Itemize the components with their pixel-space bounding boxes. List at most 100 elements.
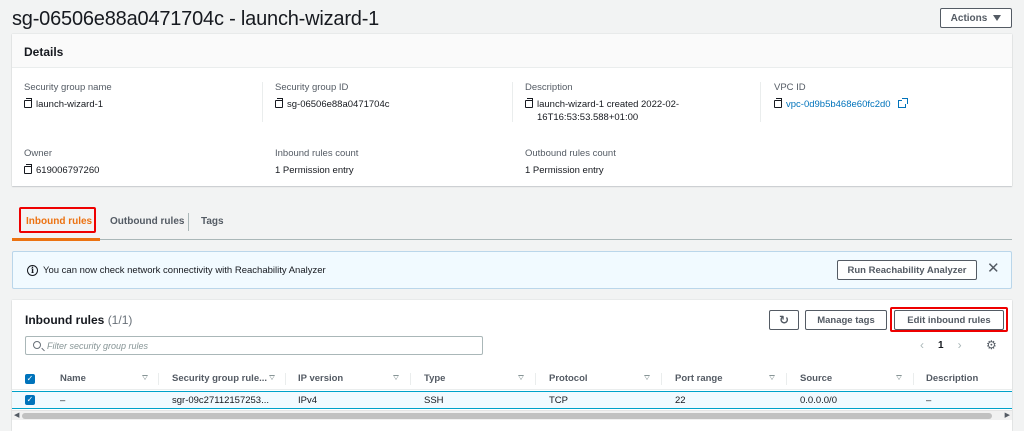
- current-page[interactable]: 1: [938, 340, 944, 351]
- sort-icon[interactable]: [896, 375, 902, 380]
- sg-id-label: Security group ID: [275, 82, 349, 93]
- vpc-id-field: VPC ID vpc-0d9b5b468e60fc2d0: [774, 82, 908, 111]
- sg-id-value: sg-06506e88a0471704c: [287, 99, 390, 110]
- sort-icon[interactable]: [518, 375, 524, 380]
- column-header-name[interactable]: Name: [60, 368, 86, 389]
- column-header-port-range[interactable]: Port range: [675, 368, 723, 389]
- refresh-icon: ↻: [778, 313, 790, 327]
- tab-separator: [188, 213, 189, 231]
- column-header-ip-version[interactable]: IP version: [298, 368, 343, 389]
- cell-port-range: 22: [675, 394, 686, 406]
- copy-icon[interactable]: [24, 98, 32, 108]
- gear-icon[interactable]: ⚙: [986, 338, 997, 352]
- column-header-type[interactable]: Type: [424, 368, 445, 389]
- details-heading: Details: [12, 34, 1012, 68]
- outbound-count-label: Outbound rules count: [525, 148, 616, 159]
- details-panel: Details Security group name launch-wizar…: [12, 34, 1012, 186]
- scroll-left-icon[interactable]: ◀: [14, 411, 19, 421]
- actions-button[interactable]: Actions: [940, 8, 1012, 28]
- description-label: Description: [525, 82, 573, 93]
- sg-name-label: Security group name: [24, 82, 112, 93]
- column-header-rule-id[interactable]: Security group rule...: [172, 368, 267, 389]
- owner-label: Owner: [24, 148, 52, 159]
- column-divider: [760, 82, 761, 122]
- caret-down-icon: [993, 15, 1002, 21]
- copy-icon[interactable]: [24, 164, 32, 174]
- filter-input[interactable]: [47, 339, 467, 352]
- column-header-source[interactable]: Source: [800, 368, 832, 389]
- column-separator: [285, 373, 286, 385]
- column-separator: [786, 373, 787, 385]
- owner-value: 619006797260: [36, 165, 100, 176]
- vpc-id-link[interactable]: vpc-0d9b5b468e60fc2d0: [786, 98, 891, 111]
- cell-protocol: TCP: [549, 394, 568, 406]
- rules-title: Inbound rules (1/1): [25, 313, 132, 327]
- inbound-count-field: Inbound rules count 1 Permission entry: [275, 148, 358, 177]
- sort-icon[interactable]: [269, 375, 275, 380]
- highlight-box: [890, 307, 1008, 332]
- column-separator: [535, 373, 536, 385]
- tab-outbound-rules[interactable]: Outbound rules: [110, 204, 184, 238]
- info-alert: i You can now check network connectivity…: [12, 251, 1012, 289]
- column-divider: [262, 82, 263, 122]
- outbound-count-field: Outbound rules count 1 Permission entry: [525, 148, 616, 177]
- active-tab-indicator: [12, 238, 100, 241]
- scroll-right-icon[interactable]: ▶: [1005, 411, 1010, 421]
- sg-name-value: launch-wizard-1: [36, 99, 104, 110]
- sg-name-field: Security group name launch-wizard-1: [24, 82, 112, 111]
- column-separator: [158, 373, 159, 385]
- column-separator: [410, 373, 411, 385]
- cell-source: 0.0.0.0/0: [800, 394, 837, 406]
- close-icon[interactable]: ✕: [987, 261, 1000, 277]
- table-header: ✓ Name Security group rule... IP version…: [12, 368, 1012, 390]
- search-icon: [33, 341, 41, 349]
- filter-field[interactable]: [25, 336, 483, 355]
- column-separator: [661, 373, 662, 385]
- info-icon: i: [27, 265, 38, 276]
- prev-page-icon[interactable]: ‹: [920, 338, 924, 352]
- sort-icon[interactable]: [142, 375, 148, 380]
- vpc-id-label: VPC ID: [774, 82, 806, 93]
- description-line-1: launch-wizard-1 created 2022-02-: [537, 99, 680, 110]
- next-page-icon[interactable]: ›: [958, 338, 962, 352]
- cell-rule-id: sgr-09c27112157253...: [172, 394, 270, 406]
- run-reachability-analyzer-button[interactable]: Run Reachability Analyzer: [837, 260, 977, 280]
- inbound-rules-panel: Inbound rules (1/1) ↻ Manage tags Edit i…: [12, 300, 1012, 431]
- row-checkbox[interactable]: ✓: [25, 395, 35, 405]
- scrollbar-thumb[interactable]: [22, 413, 992, 419]
- tab-bar: Inbound rules Outbound rules Tags: [12, 204, 1012, 241]
- inbound-count-value: 1 Permission entry: [275, 165, 354, 176]
- copy-icon[interactable]: [774, 98, 782, 108]
- sort-icon[interactable]: [393, 375, 399, 380]
- description-line-2: 16T16:53:53.588+01:00: [537, 112, 639, 123]
- manage-tags-button[interactable]: Manage tags: [805, 310, 887, 330]
- table-row[interactable]: ✓ – sgr-09c27112157253... IPv4 SSH TCP 2…: [12, 391, 1012, 409]
- sort-icon[interactable]: [644, 375, 650, 380]
- description-field: Description launch-wizard-1 created 2022…: [525, 82, 679, 124]
- sg-id-field: Security group ID sg-06506e88a0471704c: [275, 82, 389, 111]
- page-header: sg-06506e88a0471704c - launch-wizard-1 A…: [12, 6, 1012, 32]
- copy-icon[interactable]: [275, 98, 283, 108]
- cell-name: –: [60, 394, 66, 406]
- cell-ip-version: IPv4: [298, 394, 318, 406]
- sort-icon[interactable]: [769, 375, 775, 380]
- horizontal-scrollbar[interactable]: ◀ ▶: [12, 410, 1012, 420]
- refresh-button[interactable]: ↻: [769, 310, 799, 330]
- actions-label: Actions: [950, 12, 988, 24]
- outbound-count-value: 1 Permission entry: [525, 165, 604, 176]
- description-value: launch-wizard-1 created 2022-02- 16T16:53…: [537, 98, 679, 124]
- cell-description: –: [926, 394, 932, 406]
- rules-title-text: Inbound rules: [25, 313, 105, 327]
- column-header-protocol[interactable]: Protocol: [549, 368, 588, 389]
- column-separator: [913, 373, 914, 385]
- inbound-count-label: Inbound rules count: [275, 148, 359, 159]
- column-divider: [512, 82, 513, 122]
- alert-message: You can now check network connectivity w…: [43, 265, 326, 276]
- select-all-checkbox[interactable]: ✓: [25, 374, 35, 384]
- page-title: sg-06506e88a0471704c - launch-wizard-1: [12, 8, 380, 30]
- rules-count: (1/1): [107, 313, 133, 327]
- highlight-box: [19, 207, 96, 233]
- copy-icon[interactable]: [525, 98, 533, 108]
- tab-tags[interactable]: Tags: [201, 204, 224, 238]
- column-header-description[interactable]: Description: [926, 368, 978, 389]
